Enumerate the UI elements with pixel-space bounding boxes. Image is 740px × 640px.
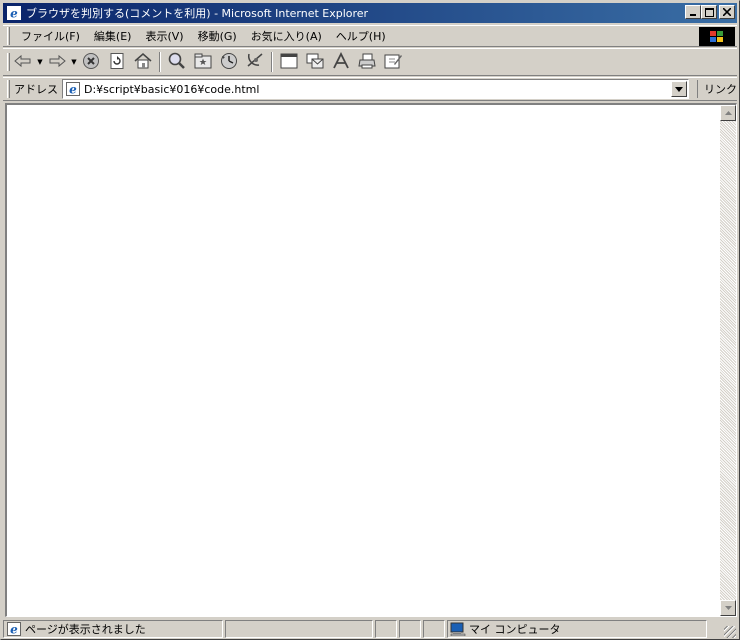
refresh-icon — [108, 52, 126, 73]
fullscreen-button[interactable] — [277, 50, 301, 74]
status-pane — [375, 620, 397, 638]
mail-button[interactable] — [303, 50, 327, 74]
scroll-down-button[interactable] — [720, 600, 736, 616]
title-bar[interactable]: e ブラウザを判別する(コメントを利用) - Microsoft Interne… — [3, 3, 737, 23]
address-dropdown-button[interactable] — [671, 81, 687, 97]
status-main-pane: e ページが表示されました — [3, 620, 223, 638]
menu-bar: ファイル(F) 編集(E) 表示(V) 移動(G) お気に入り(A) ヘルプ(H… — [3, 25, 737, 47]
standard-toolbar: ▼ ▼ — [3, 48, 737, 76]
address-label: アドレス — [13, 83, 58, 96]
toolbar-separator — [159, 52, 161, 72]
resize-grip[interactable] — [724, 626, 736, 638]
menu-help[interactable]: ヘルプ(H) — [329, 28, 393, 44]
favorites-button[interactable] — [191, 50, 215, 74]
menu-file[interactable]: ファイル(F) — [14, 28, 87, 44]
maximize-button[interactable] — [701, 5, 717, 19]
home-icon — [133, 52, 153, 73]
svg-text:e: e — [10, 7, 18, 21]
page-viewport[interactable] — [5, 103, 737, 617]
svg-text:e: e — [69, 83, 77, 97]
window-controls — [685, 5, 735, 19]
status-pane — [399, 620, 421, 638]
menu-view[interactable]: 表示(V) — [138, 28, 190, 44]
forward-icon — [47, 53, 67, 72]
stop-button[interactable] — [79, 50, 103, 74]
menu-go[interactable]: 移動(G) — [191, 28, 244, 44]
status-pane — [423, 620, 445, 638]
forward-dropdown-icon[interactable]: ▼ — [70, 58, 78, 66]
links-button[interactable]: リンク — [697, 80, 737, 98]
mail-icon — [305, 52, 325, 73]
chevron-down-icon — [724, 604, 732, 612]
favorites-icon — [193, 52, 213, 73]
windows-logo-icon — [699, 27, 735, 46]
chevron-down-icon — [675, 85, 683, 94]
window-title: ブラウザを判別する(コメントを利用) - Microsoft Internet … — [26, 7, 369, 20]
scroll-up-button[interactable] — [720, 105, 736, 121]
status-bar: e ページが表示されました マイ コンピュータ — [3, 619, 737, 639]
back-icon — [13, 53, 33, 72]
chevron-up-icon — [724, 109, 732, 117]
font-icon — [331, 51, 351, 73]
toolbar-grip[interactable] — [7, 53, 10, 71]
back-button[interactable] — [11, 50, 35, 74]
security-zone-pane[interactable]: マイ コンピュータ — [447, 620, 707, 638]
edit-button[interactable] — [381, 50, 405, 74]
minimize-button[interactable] — [685, 5, 701, 19]
computer-icon — [450, 621, 466, 637]
print-icon — [357, 52, 377, 73]
svg-text:e: e — [10, 623, 18, 637]
menu-edit[interactable]: 編集(E) — [87, 28, 139, 44]
address-field[interactable]: e — [61, 79, 689, 99]
home-button[interactable] — [131, 50, 155, 74]
fullscreen-icon — [279, 52, 299, 73]
history-button[interactable] — [217, 50, 241, 74]
back-dropdown-icon[interactable]: ▼ — [36, 58, 44, 66]
vertical-scrollbar[interactable] — [720, 105, 736, 616]
refresh-button[interactable] — [105, 50, 129, 74]
address-input[interactable] — [83, 82, 674, 96]
page-done-icon: e — [6, 621, 22, 637]
stop-icon — [82, 52, 100, 73]
zone-text: マイ コンピュータ — [469, 623, 561, 636]
address-bar: アドレス e リンク — [3, 77, 737, 101]
close-button[interactable] — [719, 5, 735, 19]
status-text: ページが表示されました — [25, 623, 146, 636]
address-grip[interactable] — [7, 80, 10, 98]
menu-favorites[interactable]: お気に入り(A) — [244, 28, 329, 44]
browser-window: e ブラウザを判別する(コメントを利用) - Microsoft Interne… — [0, 0, 740, 640]
forward-button[interactable] — [45, 50, 69, 74]
toolbar-separator — [271, 52, 273, 72]
channels-button[interactable] — [243, 50, 267, 74]
history-icon — [219, 51, 239, 74]
search-button[interactable] — [165, 50, 189, 74]
channels-icon — [245, 51, 265, 74]
print-button[interactable] — [355, 50, 379, 74]
page-icon: e — [65, 81, 81, 97]
font-button[interactable] — [329, 50, 353, 74]
ie-logo-icon[interactable]: e — [6, 5, 22, 21]
status-pane — [225, 620, 373, 638]
edit-icon — [383, 52, 403, 73]
menu-grip[interactable] — [7, 27, 10, 45]
search-icon — [167, 51, 187, 74]
